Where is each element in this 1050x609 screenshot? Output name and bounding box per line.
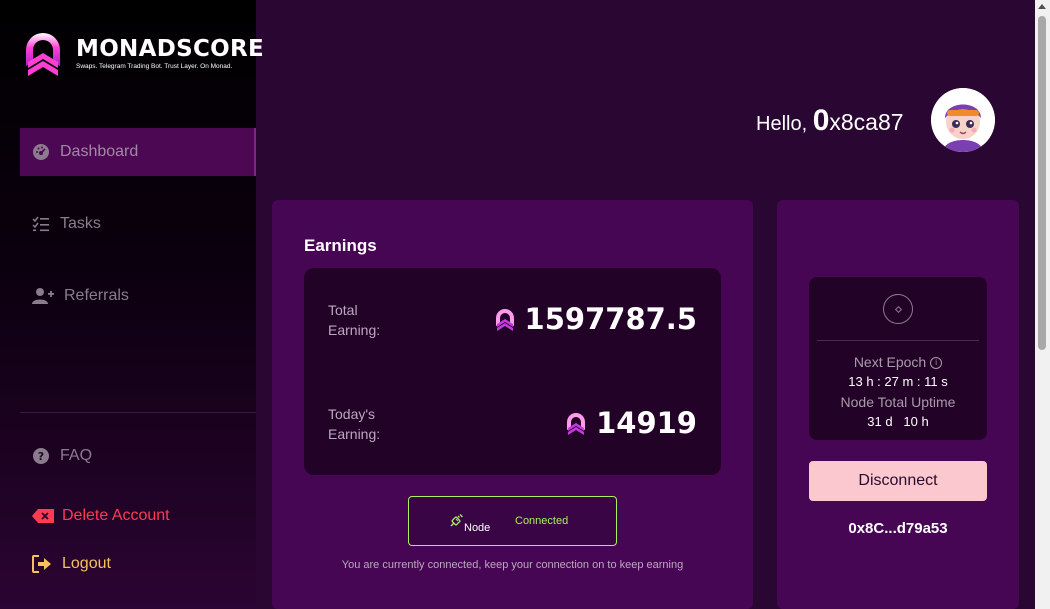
monad-token-icon <box>567 413 586 435</box>
logout-label: Logout <box>62 555 111 572</box>
scroll-thumb[interactable] <box>1038 16 1046 350</box>
epoch-panel: Next Epoch i 13 h : 27 m : 11 s Node Tota… <box>809 277 987 440</box>
earnings-title: Earnings <box>304 236 377 255</box>
next-epoch-label: Next Epoch <box>853 354 927 370</box>
sidebar-item-label: Tasks <box>60 215 101 232</box>
node-label: Node <box>464 522 491 534</box>
user-plus-icon <box>32 287 54 305</box>
address-lead: 0 <box>812 104 830 137</box>
brand-logo[interactable]: MONADSCORE Swaps. Telegram Trading Bot. … <box>24 26 264 82</box>
monadscore-logo-icon <box>26 33 60 76</box>
todays-earning-amount: 14919 <box>596 406 697 440</box>
sidebar-item-label: Dashboard <box>60 143 139 160</box>
total-earning-value: 1597787.5 <box>495 302 697 336</box>
info-icon[interactable]: i <box>930 357 943 370</box>
brand-name: MONADSCORE <box>76 36 264 62</box>
node-status-badge: Node Connected <box>408 496 617 546</box>
svg-text:?: ? <box>38 450 44 463</box>
disconnect-button[interactable]: Disconnect <box>809 461 987 501</box>
sidebar-item-tasks[interactable]: Tasks <box>20 200 256 248</box>
wallet-address[interactable]: 0x8C...d79a53 <box>777 520 1019 537</box>
avatar-illustration <box>931 88 995 152</box>
epoch-divider <box>817 340 979 341</box>
brand-tagline: Swaps. Telegram Trading Bot. Trust Layer… <box>76 63 233 70</box>
address-rest: x8ca87 <box>829 109 904 135</box>
epoch-card: Next Epoch i 13 h : 27 m : 11 s Node Tota… <box>777 200 1019 609</box>
delete-tag-icon <box>32 507 54 525</box>
checklist-icon <box>32 215 50 233</box>
user-avatar[interactable] <box>931 88 995 152</box>
sidebar-item-faq[interactable]: ? FAQ <box>20 432 256 480</box>
logout-icon <box>32 555 52 573</box>
monad-token-icon <box>495 309 514 331</box>
plug-icon <box>450 514 463 527</box>
sidebar-item-label: Referrals <box>64 287 129 304</box>
loading-spinner-icon <box>883 294 913 324</box>
uptime-label: Node Total Uptime <box>840 394 956 410</box>
next-epoch-heading: Next Epoch i <box>809 354 987 370</box>
epoch-countdown: 13 h : 27 m : 11 s <box>848 374 948 389</box>
greeting: Hello, 0x8ca87 <box>756 104 904 138</box>
logout-button[interactable]: Logout <box>20 540 256 588</box>
todays-earning-value: 14919 <box>566 406 697 440</box>
gauge-icon <box>32 143 50 161</box>
total-earning-amount: 1597787.5 <box>524 302 697 336</box>
page-scrollbar[interactable] <box>1035 0 1050 609</box>
sidebar-divider <box>20 412 256 413</box>
delete-account-label: Delete Account <box>62 507 170 524</box>
todays-earning-label: Today's Earning: <box>328 406 381 442</box>
delete-account-button[interactable]: Delete Account <box>20 492 256 540</box>
sidebar-item-dashboard[interactable]: Dashboard <box>20 128 256 176</box>
greeting-text: Hello, <box>756 113 808 135</box>
sidebar: MONADSCORE Swaps. Telegram Trading Bot. … <box>0 0 264 609</box>
node-connection-status: Connected <box>515 515 569 527</box>
earnings-card: Earnings Total Earning: 1597787.5 Today'… <box>272 200 753 609</box>
spinner-center-icon <box>894 305 903 314</box>
scroll-up-arrow-icon[interactable] <box>1038 4 1046 9</box>
total-earning-label: Total Earning: <box>328 302 381 338</box>
sidebar-item-referrals[interactable]: Referrals <box>20 272 256 320</box>
earnings-panel: Total Earning: 1597787.5 Today's Earning… <box>304 268 721 475</box>
connection-message: You are currently connected, keep your c… <box>341 559 684 571</box>
question-circle-icon: ? <box>32 447 50 465</box>
faq-label: FAQ <box>60 447 93 464</box>
uptime-value: 31 d 10 h <box>867 414 929 429</box>
